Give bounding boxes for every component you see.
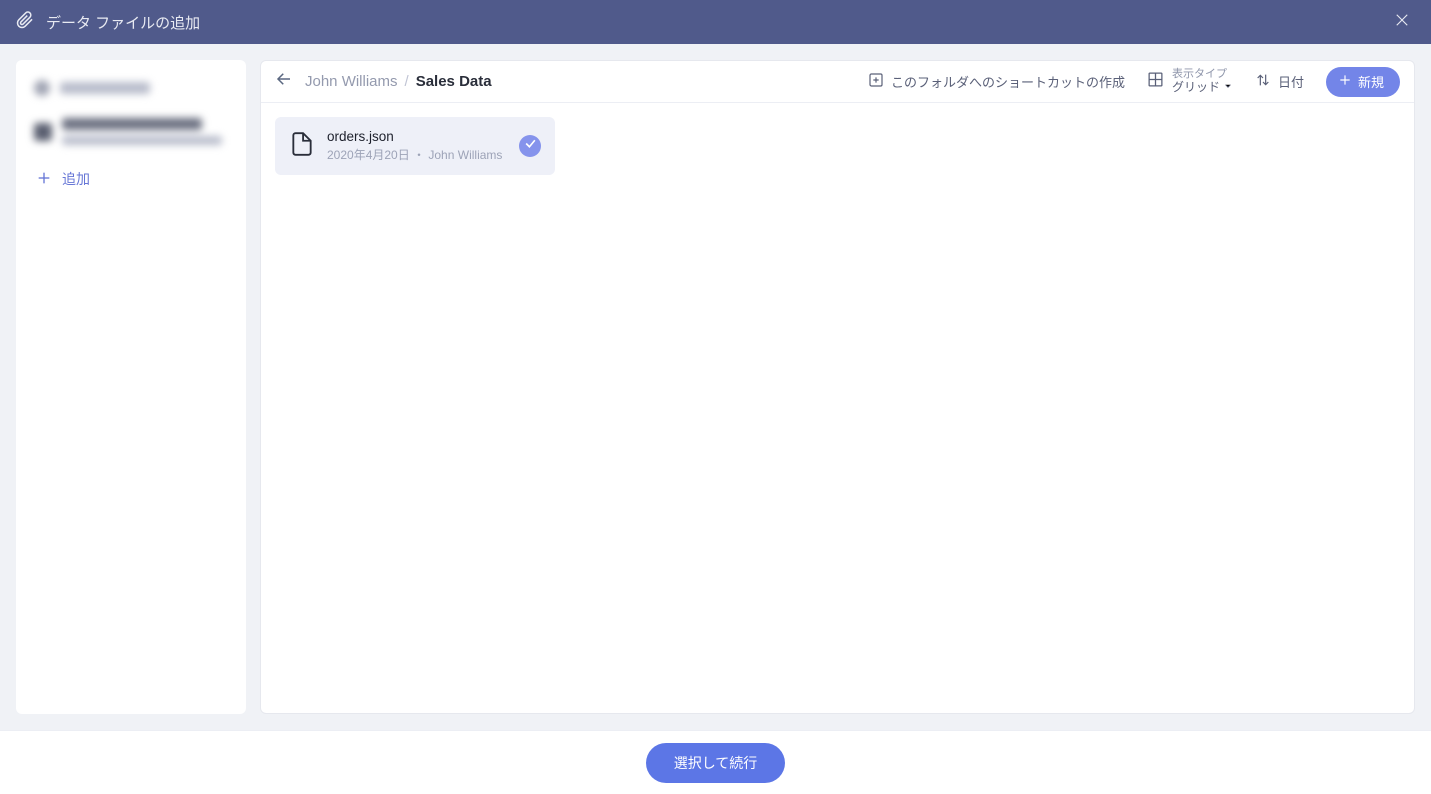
back-button[interactable] — [275, 70, 293, 93]
add-button[interactable]: 追加 — [26, 161, 236, 197]
plus-icon — [1338, 73, 1352, 90]
dialog-footer: 選択して続行 — [0, 730, 1431, 794]
file-icon — [289, 131, 315, 162]
new-button-label: 新規 — [1358, 72, 1384, 91]
view-type-value: グリッド — [1172, 81, 1220, 95]
breadcrumb-separator: / — [405, 73, 409, 90]
sidebar: 追加 — [16, 60, 246, 714]
arrow-left-icon — [275, 75, 293, 92]
add-button-label: 追加 — [62, 169, 90, 189]
grid-icon — [1147, 71, 1164, 93]
sort-label: 日付 — [1278, 72, 1304, 91]
confirm-button[interactable]: 選択して続行 — [646, 743, 786, 783]
sort-icon — [1255, 72, 1271, 91]
file-name: orders.json — [327, 129, 507, 144]
create-shortcut-button[interactable]: このフォルダへのショートカットの作成 — [868, 72, 1125, 91]
check-icon — [524, 137, 537, 155]
sidebar-item-blurred — [26, 74, 236, 102]
breadcrumb: John Williams / Sales Data — [305, 73, 492, 90]
dialog-title: データ ファイルの追加 — [46, 12, 200, 33]
breadcrumb-parent[interactable]: John Williams — [305, 73, 398, 90]
file-card[interactable]: orders.json 2020年4月20日 ・ John Williams — [275, 117, 555, 175]
new-button[interactable]: 新規 — [1326, 67, 1400, 97]
sidebar-item-blurred — [26, 112, 236, 151]
close-button[interactable] — [1389, 7, 1415, 38]
add-square-icon — [868, 72, 884, 91]
selected-badge[interactable] — [519, 135, 541, 157]
view-type-selector[interactable]: 表示タイプ グリッド — [1147, 68, 1233, 94]
close-icon — [1393, 16, 1411, 33]
plus-icon — [36, 170, 52, 189]
toolbar: John Williams / Sales Data このフォルダへのショートカ… — [261, 61, 1414, 103]
content-area: orders.json 2020年4月20日 ・ John Williams — [261, 103, 1414, 713]
confirm-label: 選択して続行 — [674, 755, 758, 771]
create-shortcut-label: このフォルダへのショートカットの作成 — [891, 72, 1125, 91]
dialog-header: データ ファイルの追加 — [0, 0, 1431, 44]
breadcrumb-current: Sales Data — [416, 73, 492, 90]
sort-selector[interactable]: 日付 — [1255, 72, 1304, 91]
file-meta: 2020年4月20日 ・ John Williams — [327, 146, 507, 163]
chevron-down-icon — [1223, 81, 1233, 95]
main-panel: John Williams / Sales Data このフォルダへのショートカ… — [260, 60, 1415, 714]
paperclip-icon — [16, 11, 34, 34]
